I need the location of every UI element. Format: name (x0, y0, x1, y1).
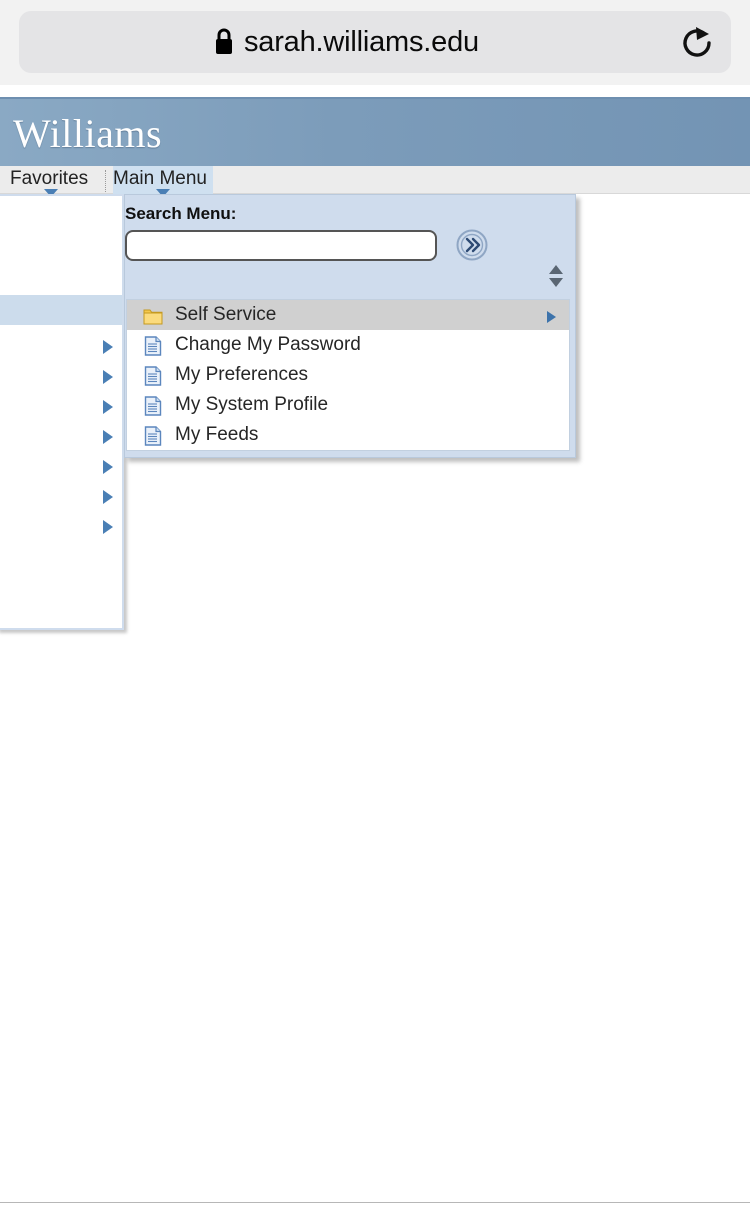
url-text: sarah.williams.edu (244, 26, 479, 58)
chevron-right-icon[interactable] (103, 370, 113, 384)
up-down-spinner-icon[interactable] (546, 263, 566, 289)
chevron-right-icon[interactable] (103, 430, 113, 444)
menu-item-self-service[interactable]: Self Service (127, 300, 569, 330)
search-menu-label: Search Menu: (125, 204, 237, 223)
search-menu-section: Search Menu: (125, 195, 575, 295)
site-banner: Williams (0, 97, 750, 166)
submenu-chevron-right-icon[interactable] (547, 311, 556, 323)
browser-chrome: sarah.williams.edu (0, 0, 750, 85)
menu-tab-bar: Favorites Main Menu (0, 166, 750, 194)
menu-item-change-my-password[interactable]: Change My Password (127, 330, 569, 360)
chevron-right-icon[interactable] (103, 400, 113, 414)
folder-icon (143, 305, 163, 327)
menu-item-label: My System Profile (175, 394, 329, 415)
bottom-divider (0, 1202, 750, 1203)
menu-item-my-feeds[interactable]: My Feeds (127, 420, 569, 450)
document-icon (143, 425, 163, 447)
left-panel-highlight-row (0, 295, 122, 325)
menu-item-label: My Preferences (175, 364, 309, 385)
menu-item-label: Self Service (175, 304, 277, 325)
menu-item-my-preferences[interactable]: My Preferences (127, 360, 569, 390)
document-icon (143, 365, 163, 387)
menu-item-label: My Feeds (175, 424, 259, 445)
williams-logo[interactable]: Williams (13, 110, 162, 157)
main-menu-item-list: Self Service Change My Password My Prefere… (126, 299, 570, 451)
menu-item-my-system-profile[interactable]: My System Profile (127, 390, 569, 420)
chevron-right-icon[interactable] (103, 460, 113, 474)
search-menu-input[interactable] (125, 230, 437, 261)
reload-icon[interactable] (676, 23, 718, 63)
tab-divider (105, 170, 106, 192)
chevron-right-icon[interactable] (103, 340, 113, 354)
favorites-menu-panel (0, 194, 124, 630)
chevron-right-icon[interactable] (103, 490, 113, 504)
lock-icon (213, 26, 235, 58)
double-chevron-right-icon[interactable] (455, 228, 489, 262)
menu-item-label: Change My Password (175, 334, 361, 355)
document-icon (143, 335, 163, 357)
main-menu-dropdown: Search Menu: Self Service Change My Passw… (124, 194, 576, 458)
chevron-right-icon[interactable] (103, 520, 113, 534)
document-icon (143, 395, 163, 417)
